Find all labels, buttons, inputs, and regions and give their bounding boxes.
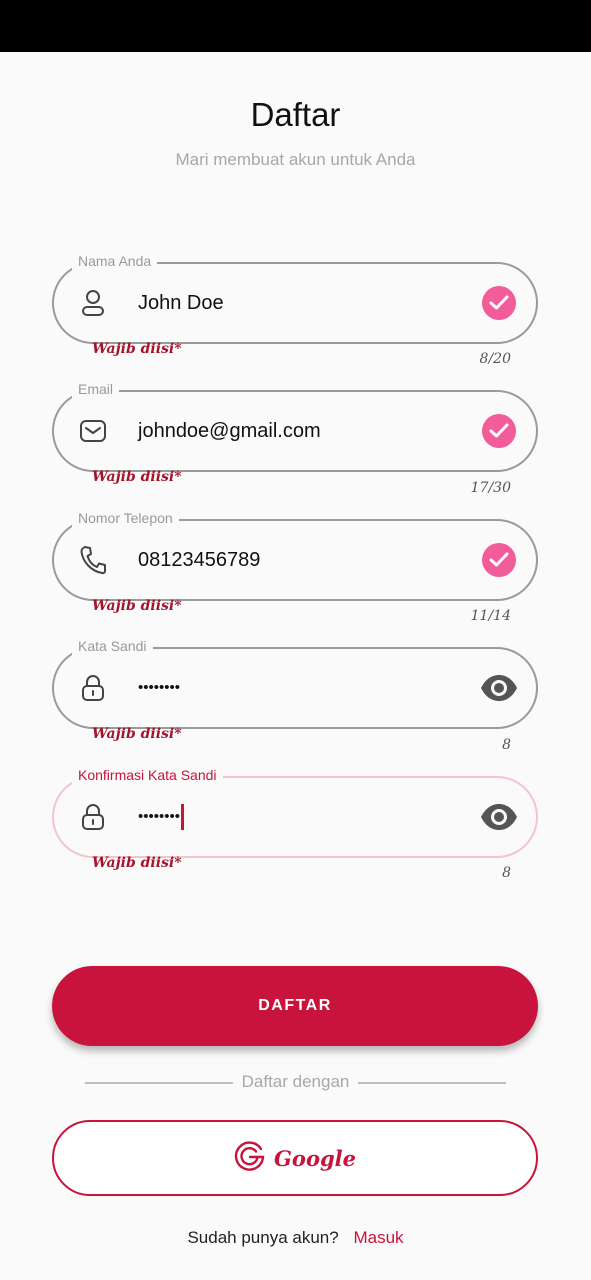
email-field-label: Email — [72, 378, 120, 400]
name-field-hint: Wajib diisi* — [92, 341, 182, 357]
login-prompt: Sudah punya akun? Masuk — [0, 1228, 591, 1248]
lock-icon — [76, 671, 110, 705]
login-link[interactable]: Masuk — [353, 1228, 403, 1247]
mail-icon — [76, 414, 110, 448]
email-field-hint: Wajib diisi* — [92, 469, 182, 485]
phone-field-border — [52, 519, 538, 601]
email-field[interactable]: Email johndoe@gmail.com — [52, 378, 538, 472]
status-bar — [0, 0, 591, 52]
phone-icon — [76, 543, 110, 577]
check-icon — [482, 286, 516, 320]
password-field-hint: Wajib diisi* — [92, 726, 182, 742]
name-field[interactable]: Nama Anda John Doe — [52, 250, 538, 344]
google-icon — [234, 1140, 266, 1177]
google-button-label: Google — [274, 1145, 356, 1171]
email-field-counter: 17/30 — [470, 480, 511, 496]
phone-field[interactable]: Nomor Telepon 08123456789 — [52, 507, 538, 601]
confirm-password-field-counter: 8 — [502, 865, 511, 881]
password-field-value[interactable]: •••••••• — [138, 647, 180, 729]
eye-icon[interactable] — [480, 673, 518, 703]
login-prompt-text: Sudah punya akun? — [187, 1228, 339, 1247]
lock-icon — [76, 800, 110, 834]
eye-icon[interactable] — [480, 802, 518, 832]
phone-field-value[interactable]: 08123456789 — [138, 519, 260, 601]
google-signin-button[interactable]: Google — [52, 1120, 538, 1196]
name-field-value[interactable]: John Doe — [138, 262, 224, 344]
confirm-password-field-border — [52, 776, 538, 858]
email-field-value[interactable]: johndoe@gmail.com — [138, 390, 321, 472]
page-title: Daftar — [250, 96, 341, 133]
confirm-password-field-value-wrap[interactable]: •••••••• — [138, 776, 185, 858]
confirm-password-field-value: •••••••• — [138, 808, 181, 825]
password-field-border — [52, 647, 538, 729]
phone-field-counter: 11/14 — [470, 608, 511, 624]
register-button[interactable]: DAFTAR — [52, 966, 538, 1046]
confirm-password-field[interactable]: Konfirmasi Kata Sandi •••••••• — [52, 764, 538, 858]
check-icon — [482, 543, 516, 577]
person-icon — [76, 286, 110, 320]
password-field-counter: 8 — [502, 737, 511, 753]
confirm-password-field-hint: Wajib diisi* — [92, 855, 182, 871]
password-field[interactable]: Kata Sandi •••••••• — [52, 635, 538, 729]
check-icon — [482, 414, 516, 448]
phone-field-hint: Wajib diisi* — [92, 598, 182, 614]
divider-line-right — [358, 1082, 506, 1084]
name-field-counter: 8/20 — [479, 351, 511, 367]
text-caret — [181, 804, 185, 831]
name-field-border — [52, 262, 538, 344]
page-subtitle: Mari membuat akun untuk Anda — [175, 150, 416, 169]
